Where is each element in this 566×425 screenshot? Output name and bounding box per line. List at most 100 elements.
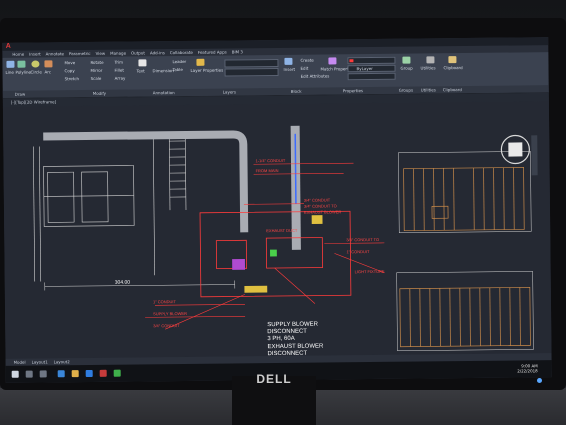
panel-clipboard[interactable]: Clipboard <box>443 87 462 92</box>
text-button[interactable]: Text <box>137 68 145 73</box>
arc-icon[interactable] <box>44 60 53 68</box>
paste-icon[interactable] <box>448 56 457 64</box>
panel-layers[interactable]: Layers <box>223 89 236 94</box>
elevation-bottom <box>399 287 531 348</box>
linetype-value: ByLayer <box>356 65 373 72</box>
dell-logo: DELL <box>256 372 292 386</box>
linetype-dropdown[interactable]: ByLayer <box>347 64 396 73</box>
color-dropdown[interactable] <box>347 56 396 65</box>
note-light-fixture: LIGHT FIXTURE <box>355 269 385 274</box>
panel-groups[interactable]: Groups <box>399 88 413 93</box>
note-conduit-7: 1" CONDUIT <box>346 249 370 254</box>
polyline-icon[interactable] <box>17 60 26 68</box>
mirror-button[interactable]: Mirror <box>91 68 103 73</box>
tab-model[interactable]: Model <box>14 360 26 365</box>
task-view-icon[interactable] <box>39 370 47 378</box>
rotate-button[interactable]: Rotate <box>90 60 103 65</box>
note-conduit-3: 3/4" CONDUIT TO <box>304 203 337 208</box>
supply-label-3: 3 PH, 60A <box>267 336 294 342</box>
supply-label-2: DISCONNECT <box>267 329 307 335</box>
line-icon[interactable] <box>6 60 15 68</box>
insert-icon[interactable] <box>284 57 293 65</box>
panel-annotation[interactable]: Annotation <box>153 90 175 95</box>
edit-attributes-button[interactable]: Edit Attributes <box>301 73 330 78</box>
duct-centerline <box>294 133 297 204</box>
layer-properties-icon[interactable] <box>196 58 205 66</box>
clock[interactable]: 9:00 AM 2/22/2018 <box>517 363 538 373</box>
create-button[interactable]: Create <box>300 58 313 63</box>
conduit-runs <box>145 162 385 330</box>
app-icon[interactable] <box>113 369 121 377</box>
note-conduit-2: 3/4" CONDUIT <box>304 197 331 202</box>
move-button[interactable]: Move <box>64 60 75 65</box>
navigation-bar[interactable] <box>531 135 538 176</box>
panel-properties[interactable]: Properties <box>343 88 363 93</box>
layer-dropdown[interactable] <box>224 58 279 68</box>
clipboard-button[interactable]: Clipboard <box>443 65 462 70</box>
browser-icon[interactable] <box>57 370 65 378</box>
dimension-button[interactable]: Dimension <box>153 68 174 73</box>
tab-layout1[interactable]: Layout1 <box>32 359 48 364</box>
trim-button[interactable]: Trim <box>114 60 123 65</box>
circle-button[interactable]: Circle <box>31 69 42 74</box>
screen: A Home Insert Annotate Parametric View M… <box>2 37 552 383</box>
array-button[interactable]: Array <box>115 76 126 81</box>
insert-button[interactable]: Insert <box>284 67 296 72</box>
autocad-logo-icon[interactable]: A <box>4 43 12 51</box>
elevation-outline <box>396 151 534 351</box>
note-conduit-5: 3/4" CONDUIT <box>153 323 180 328</box>
match-properties-icon[interactable] <box>328 57 337 65</box>
search-icon[interactable] <box>25 370 33 378</box>
power-led-icon[interactable] <box>537 378 542 383</box>
folder-icon[interactable] <box>71 370 79 378</box>
clock-date: 2/22/2018 <box>517 368 538 374</box>
note-supply-blower: SUPPLY BLOWER <box>153 311 187 316</box>
utilities-button[interactable]: Utilities <box>420 65 435 70</box>
panel-block[interactable]: Block <box>291 89 302 94</box>
mail-icon[interactable] <box>85 369 93 378</box>
exhaust-duct <box>43 130 249 233</box>
title-bar: A <box>2 37 549 51</box>
table-button[interactable]: Table <box>172 67 182 72</box>
stair <box>168 134 187 211</box>
group-icon[interactable] <box>402 56 411 64</box>
scale-button[interactable]: Scale <box>91 76 102 81</box>
elevation-top <box>403 167 525 232</box>
cad-drawing[interactable]: 304.00 1-1/4" CONDUIT FROM MAIN 3/4" CON… <box>3 101 552 359</box>
edit-button[interactable]: Edit <box>300 66 308 71</box>
group-button[interactable]: Group <box>400 66 412 71</box>
stretch-button[interactable]: Stretch <box>65 76 79 81</box>
viewport-label[interactable]: [-][Top][2D Wireframe] <box>11 99 56 105</box>
fillet-button[interactable]: Fillet <box>115 68 124 73</box>
supply-label-1: SUPPLY BLOWER <box>267 322 319 329</box>
monitor-bezel: A Home Insert Annotate Parametric View M… <box>0 18 566 390</box>
leader-button[interactable]: Leader <box>172 59 186 64</box>
viewcube-icon <box>500 134 530 165</box>
line-button[interactable]: Line <box>6 70 14 75</box>
lineweight-dropdown[interactable] <box>347 72 396 81</box>
note-exhaust-duct: EXHAUST DUCT <box>266 228 298 233</box>
equipment-detail <box>33 135 155 282</box>
circle-icon[interactable] <box>31 60 40 68</box>
autocad-taskbar-icon[interactable] <box>99 369 107 377</box>
note-conduit-6: 3/4" CONDUIT TO <box>346 237 379 242</box>
layer-properties-button[interactable]: Layer Properties <box>191 68 224 73</box>
panel-modify[interactable]: Modify <box>93 91 106 96</box>
arc-button[interactable]: Arc <box>45 69 52 74</box>
copy-button[interactable]: Copy <box>65 68 75 73</box>
panel-draw[interactable]: Draw <box>15 92 26 97</box>
polyline-button[interactable]: Polyline <box>16 70 31 75</box>
note-from-main: FROM MAIN <box>256 168 279 173</box>
equipment-room <box>199 210 352 298</box>
note-exhaust-blower: EXHAUST BLOWER <box>304 209 341 214</box>
exhaust-label-1: EXHAUST BLOWER <box>267 344 324 351</box>
text-icon[interactable] <box>138 59 147 67</box>
tab-layout2[interactable]: Layout2 <box>54 359 70 364</box>
color-swatch-icon <box>349 59 354 63</box>
drawing-viewport[interactable]: 304.00 1-1/4" CONDUIT FROM MAIN 3/4" CON… <box>2 101 552 359</box>
start-icon[interactable] <box>11 370 19 378</box>
measure-icon[interactable] <box>426 56 435 64</box>
layer-state-dropdown[interactable] <box>224 67 279 77</box>
panel-utilities[interactable]: Utilities <box>421 87 436 92</box>
note-conduit-4: 1" CONDUIT <box>153 299 177 304</box>
